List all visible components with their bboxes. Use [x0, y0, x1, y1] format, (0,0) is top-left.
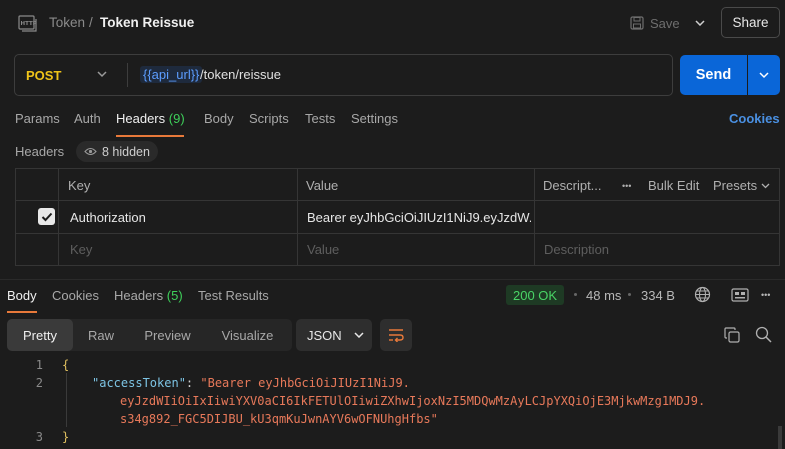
more-options-icon[interactable]: ••• — [622, 181, 631, 191]
separator-dot — [574, 293, 577, 296]
tab-auth[interactable]: Auth — [74, 111, 101, 126]
chevron-down-icon — [354, 332, 364, 338]
save-label: Save — [650, 15, 680, 31]
chevron-down-icon[interactable] — [95, 67, 109, 81]
new-description-input[interactable]: Description — [544, 242, 609, 257]
page-title[interactable]: Token Reissue — [100, 15, 194, 30]
url-divider — [127, 63, 128, 87]
hidden-headers-toggle[interactable]: 8 hidden — [76, 141, 158, 162]
tab-headers-count: (9) — [168, 111, 185, 126]
wrap-lines-icon — [388, 328, 404, 342]
tab-scripts[interactable]: Scripts — [249, 111, 289, 126]
table-divider — [15, 233, 780, 234]
line-number: 2 — [35, 376, 43, 390]
bulk-edit-button[interactable]: Bulk Edit — [648, 178, 699, 193]
cookies-link[interactable]: Cookies — [729, 111, 780, 126]
header-enabled-checkbox[interactable] — [38, 208, 55, 225]
indent-guide — [66, 373, 67, 427]
save-response-icon[interactable] — [731, 288, 749, 302]
presets-label: Presets — [713, 178, 758, 193]
response-tab-test-results[interactable]: Test Results — [198, 288, 269, 303]
save-button[interactable]: Save — [630, 11, 680, 35]
json-key: "accessToken" — [92, 376, 186, 390]
json-value-continued: eyJzdWIiOiIxIiwiYXV0aCI6IkFETUlOIiwiZXhw… — [120, 394, 706, 408]
response-tab-headers-count: (5) — [166, 288, 183, 303]
line-number: 1 — [35, 358, 43, 372]
breadcrumb-separator: / — [89, 15, 93, 30]
url-input[interactable]: /token/reissue — [200, 67, 281, 82]
header-key-cell[interactable]: Authorization — [70, 210, 146, 225]
response-size[interactable]: 334 B — [641, 288, 675, 303]
tab-body[interactable]: Body — [204, 111, 234, 126]
word-wrap-button[interactable] — [380, 319, 412, 351]
tab-settings[interactable]: Settings — [351, 111, 398, 126]
table-divider — [297, 168, 298, 266]
response-divider — [0, 279, 785, 280]
json-value: "Bearer eyJhbGciOiJIUzI1NiJ9. — [200, 376, 410, 390]
json-colon: : — [185, 376, 201, 390]
view-tab-raw[interactable]: Raw — [75, 319, 127, 351]
copy-icon[interactable] — [724, 327, 740, 343]
active-tab-indicator — [7, 311, 37, 313]
active-tab-indicator — [116, 135, 184, 137]
status-badge[interactable]: 200 OK — [506, 285, 565, 305]
format-label: JSON — [307, 327, 342, 343]
eye-icon — [84, 147, 97, 156]
new-key-input[interactable]: Key — [70, 242, 92, 257]
column-header-value: Value — [306, 178, 339, 193]
response-tab-body[interactable]: Body — [7, 288, 37, 303]
new-value-input[interactable]: Value — [307, 242, 339, 257]
response-tab-headers-label: Headers — [114, 288, 164, 303]
chevron-down-icon — [761, 183, 770, 189]
json-value-continued: s34g892_FGC5DIJBU_kU3qmKuJwnAYV6wOFNUhgH… — [120, 412, 438, 426]
presets-dropdown[interactable]: Presets — [713, 178, 770, 193]
column-header-description: Descript... — [543, 178, 602, 193]
table-divider — [534, 168, 535, 266]
request-url-bar — [14, 54, 673, 96]
send-button[interactable]: Send — [680, 55, 747, 95]
search-icon[interactable] — [755, 326, 772, 343]
json-open-brace: { — [62, 358, 70, 372]
json-close-brace: } — [62, 430, 70, 444]
tab-headers[interactable]: Headers (9) — [116, 111, 185, 126]
view-tab-preview[interactable]: Preview — [134, 319, 201, 351]
tab-params[interactable]: Params — [15, 111, 60, 126]
http-request-icon: HTTP — [18, 13, 38, 33]
method-select[interactable]: POST — [26, 68, 61, 83]
save-options-button[interactable] — [688, 11, 712, 35]
tab-tests[interactable]: Tests — [305, 111, 335, 126]
more-options-icon[interactable]: ••• — [761, 290, 770, 300]
chevron-down-icon — [758, 71, 770, 79]
share-button[interactable]: Share — [721, 7, 780, 38]
table-divider — [58, 168, 59, 266]
view-tab-visualize[interactable]: Visualize — [211, 319, 284, 351]
headers-section-label: Headers — [15, 144, 65, 159]
separator-dot — [628, 293, 631, 296]
line-number: 3 — [35, 430, 43, 444]
header-value-cell[interactable]: Bearer eyJhbGciOiJIUzI1NiJ9.eyJzdW... — [307, 210, 531, 225]
send-options-button[interactable] — [748, 55, 780, 95]
url-variable[interactable]: {{api_url}} — [140, 66, 203, 83]
response-time[interactable]: 48 ms — [586, 288, 621, 303]
breadcrumb-parent[interactable]: Token — [49, 15, 85, 30]
column-header-key: Key — [68, 178, 91, 193]
hidden-count-label: 8 hidden — [102, 144, 150, 159]
svg-text:HTTP: HTTP — [21, 21, 37, 27]
format-select[interactable]: JSON — [296, 319, 372, 351]
table-divider — [15, 200, 780, 201]
tab-headers-label: Headers — [116, 111, 166, 126]
globe-icon[interactable] — [694, 286, 711, 303]
checkmark-icon — [41, 212, 53, 222]
response-tab-headers[interactable]: Headers (5) — [114, 288, 183, 303]
save-icon — [630, 16, 644, 30]
view-tab-pretty[interactable]: Pretty — [7, 319, 73, 351]
chevron-down-icon — [695, 20, 705, 26]
response-tab-cookies[interactable]: Cookies — [52, 288, 99, 303]
scrollbar[interactable] — [778, 426, 782, 449]
json-line: "accessToken": "Bearer eyJhbGciOiJIUzI1N… — [92, 376, 410, 390]
